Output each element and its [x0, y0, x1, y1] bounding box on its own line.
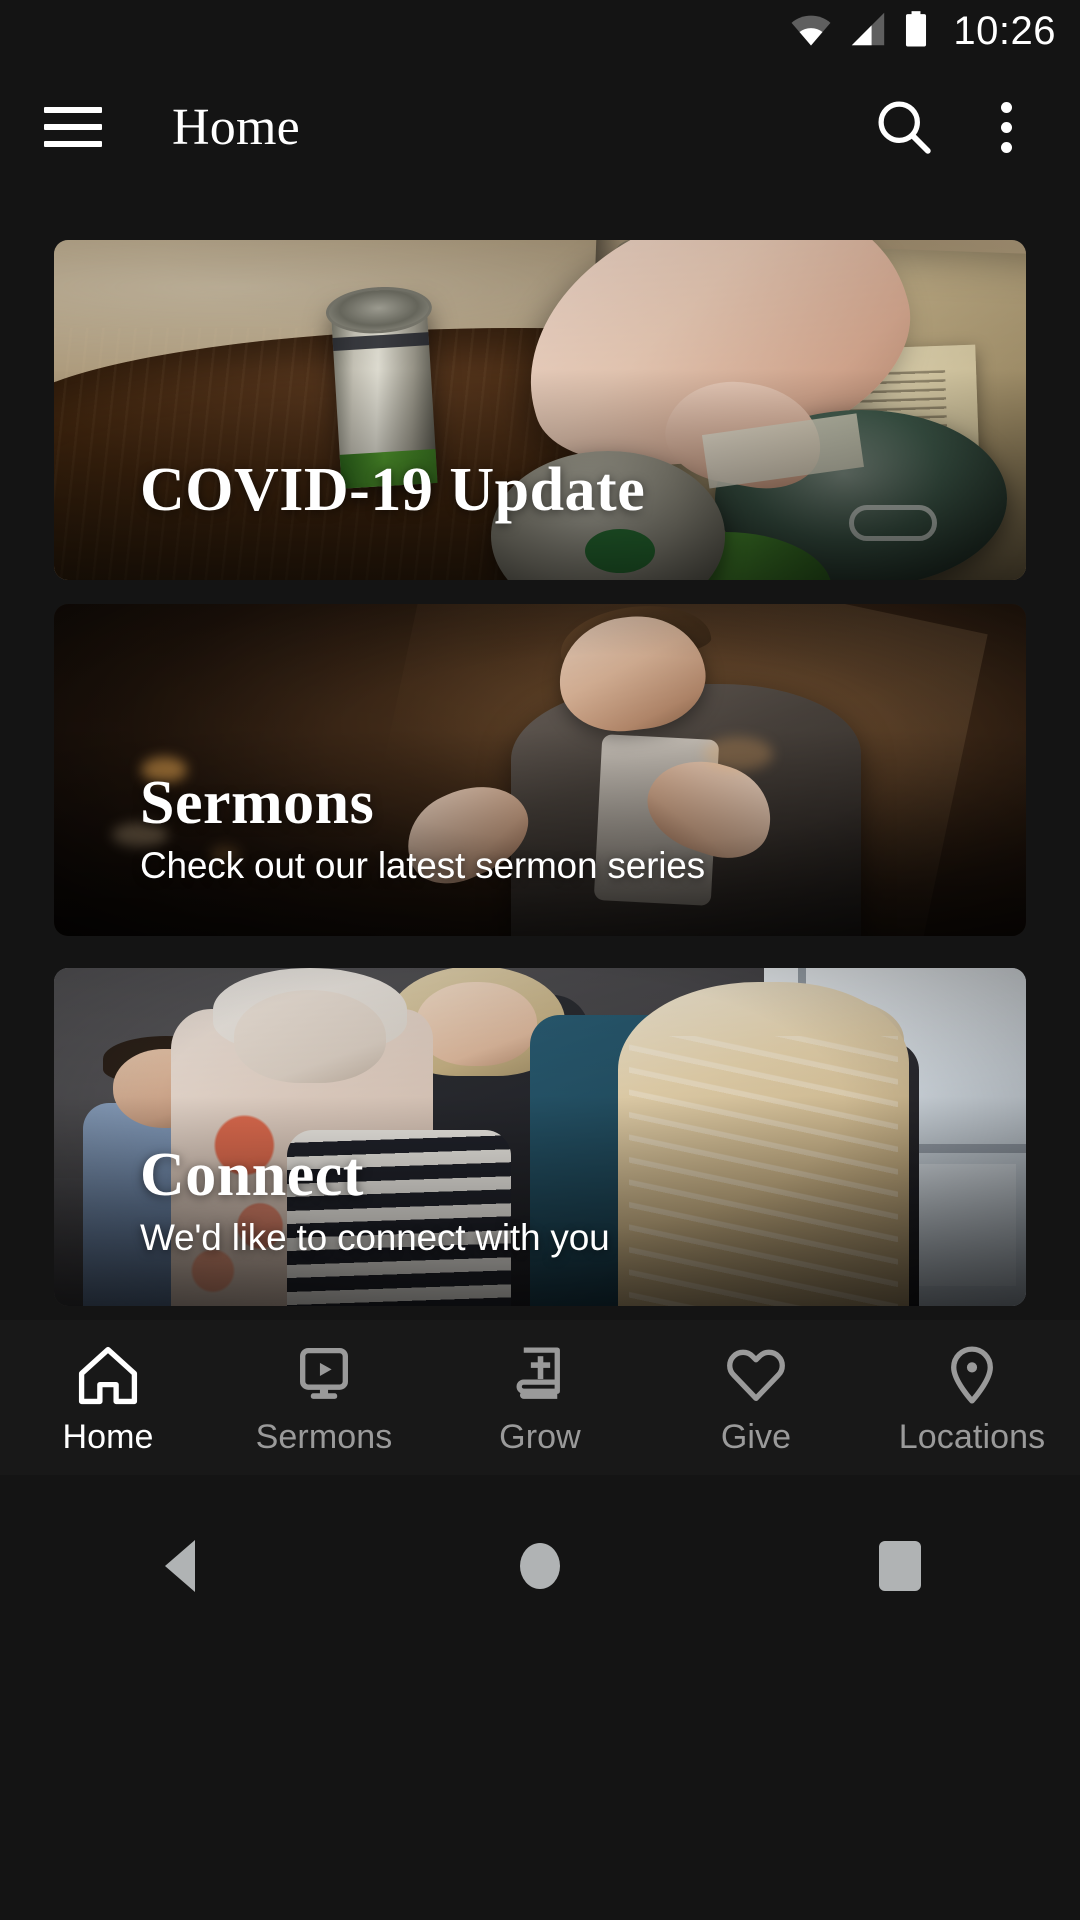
tab-grow[interactable]: Grow: [432, 1320, 648, 1457]
map-pin-icon: [939, 1338, 1005, 1412]
card-title: Sermons: [140, 769, 375, 838]
wifi-icon: [789, 11, 833, 52]
page-title: Home: [172, 98, 300, 156]
bottom-navigation-bar: Home Sermons Grow Give Locations: [0, 1320, 1080, 1475]
circle-home-icon[interactable]: [465, 1521, 615, 1611]
home-icon: [75, 1338, 141, 1412]
video-player-icon: [291, 1338, 357, 1412]
battery-full-icon: [903, 10, 929, 53]
cell-signal-icon: [847, 11, 889, 52]
card-sermons[interactable]: Sermons Check out our latest sermon seri…: [54, 604, 1026, 936]
more-vertical-icon[interactable]: [966, 87, 1046, 167]
app-screen: 10:26 Home COVID-19 Update Sermons Check…: [0, 0, 1080, 1920]
android-system-navigation-bar: [0, 1475, 1080, 1920]
card-covid-19-update[interactable]: COVID-19 Update: [54, 240, 1026, 580]
card-title: COVID-19 Update: [140, 455, 646, 524]
card-title: Connect: [140, 1141, 364, 1210]
bible-cross-icon: [507, 1338, 573, 1412]
tab-label: Sermons: [255, 1418, 393, 1456]
square-recents-icon[interactable]: [825, 1521, 975, 1611]
status-bar: 10:26: [0, 0, 1080, 62]
triangle-back-icon[interactable]: [105, 1521, 255, 1611]
tab-sermons[interactable]: Sermons: [216, 1320, 432, 1457]
app-bar: Home: [0, 62, 1080, 192]
home-feed: COVID-19 Update Sermons Check out our la…: [0, 192, 1080, 1320]
card-gradient-overlay: [54, 240, 1026, 580]
tab-label: Give: [720, 1418, 792, 1456]
tab-give[interactable]: Give: [648, 1320, 864, 1457]
tab-locations[interactable]: Locations: [864, 1320, 1080, 1457]
card-subtitle: We'd like to connect with you: [140, 1216, 610, 1258]
card-connect[interactable]: Connect We'd like to connect with you: [54, 968, 1026, 1306]
tab-label: Home: [62, 1418, 154, 1456]
heart-icon: [723, 1338, 789, 1412]
tab-label: Grow: [499, 1418, 581, 1456]
card-text-block: Connect We'd like to connect with you: [140, 1144, 986, 1260]
card-text-block: COVID-19 Update: [140, 455, 986, 524]
tab-home[interactable]: Home: [0, 1320, 216, 1457]
search-icon[interactable]: [864, 87, 944, 167]
card-subtitle: Check out our latest sermon series: [140, 844, 705, 886]
tab-label: Locations: [898, 1418, 1046, 1456]
card-text-block: Sermons Check out our latest sermon seri…: [140, 772, 986, 888]
status-bar-clock: 10:26: [953, 9, 1056, 53]
hamburger-menu-icon[interactable]: [44, 96, 106, 158]
